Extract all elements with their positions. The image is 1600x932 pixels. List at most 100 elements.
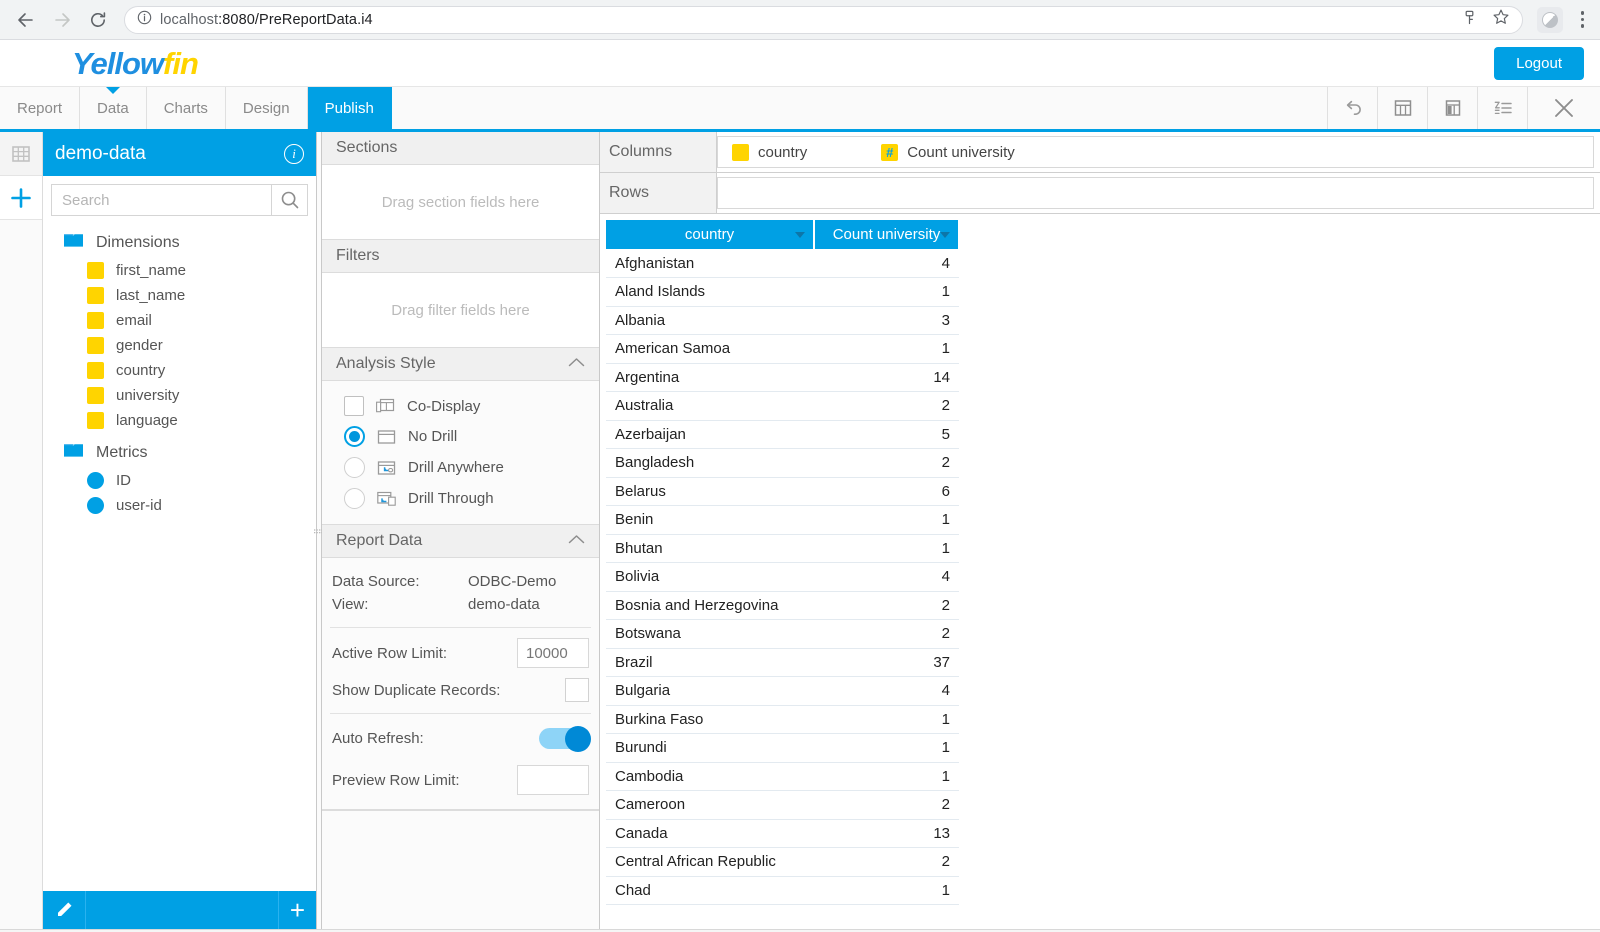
tab-data[interactable]: Data bbox=[80, 87, 147, 129]
option-drill-through[interactable]: Drill Through bbox=[322, 483, 599, 514]
table-row[interactable]: Benin 1 bbox=[606, 505, 959, 535]
table-highlight-column-icon[interactable] bbox=[1428, 87, 1478, 129]
radio[interactable] bbox=[344, 488, 365, 509]
chevron-up-icon[interactable] bbox=[568, 532, 585, 550]
field-university[interactable]: university bbox=[43, 383, 316, 408]
search-icon[interactable] bbox=[271, 184, 308, 216]
column-header-country[interactable]: country bbox=[606, 220, 815, 249]
yellowfin-logo: Yellowfin bbox=[72, 45, 199, 81]
logout-button[interactable]: Logout bbox=[1494, 46, 1584, 80]
view-row: View: demo-data bbox=[332, 593, 583, 616]
checkbox[interactable] bbox=[344, 396, 364, 416]
table-row[interactable]: Burkina Faso 1 bbox=[606, 705, 959, 734]
table-row[interactable]: Aland Islands 1 bbox=[606, 277, 959, 307]
filters-header: Filters bbox=[322, 240, 599, 273]
kebab-menu-icon[interactable] bbox=[1575, 11, 1591, 28]
address-bar[interactable]: localhost:8080/PreReportData.i4 bbox=[124, 5, 1523, 34]
active-row-limit-label: Active Row Limit: bbox=[332, 644, 448, 662]
column-header-count-university[interactable]: Count university bbox=[814, 220, 960, 249]
table-row[interactable]: Bulgaria 4 bbox=[606, 676, 959, 706]
field-last_name[interactable]: last_name bbox=[43, 283, 316, 308]
table-row[interactable]: Botswana 2 bbox=[606, 619, 959, 649]
tab-charts[interactable]: Charts bbox=[146, 87, 226, 129]
pencil-icon[interactable] bbox=[43, 891, 86, 929]
columns-dropzone[interactable]: country # Count university bbox=[717, 136, 1594, 168]
field-ID[interactable]: ID bbox=[43, 468, 316, 493]
table-row[interactable]: Burundi 1 bbox=[606, 733, 959, 763]
report-data-header[interactable]: Report Data bbox=[322, 525, 599, 558]
report-table: country Count university Afghanistan 4 Ala… bbox=[606, 220, 960, 905]
table-columns-icon[interactable] bbox=[1378, 87, 1428, 129]
table-row[interactable]: Bosnia and Herzegovina 2 bbox=[606, 591, 959, 620]
rows-dropzone[interactable] bbox=[717, 177, 1594, 209]
table-row[interactable]: Bolivia 4 bbox=[606, 562, 959, 592]
show-duplicate-checkbox[interactable] bbox=[565, 678, 589, 702]
tab-report[interactable]: Report bbox=[0, 87, 81, 129]
preview-row-limit-input[interactable] bbox=[517, 765, 589, 795]
sections-dropzone[interactable]: Drag section fields here bbox=[322, 165, 599, 240]
analysis-style-header[interactable]: Analysis Style bbox=[322, 348, 599, 381]
cell-country: Benin bbox=[606, 505, 814, 535]
forward-arrow-icon[interactable] bbox=[46, 4, 78, 36]
column-chip-country[interactable]: country bbox=[718, 143, 821, 161]
tabbar-spacer bbox=[392, 87, 1328, 129]
tab-design[interactable]: Design bbox=[225, 87, 308, 129]
option-no-drill[interactable]: No Drill bbox=[322, 421, 599, 452]
chevron-down-icon[interactable] bbox=[940, 231, 950, 238]
table-row[interactable]: Belarus 6 bbox=[606, 477, 959, 506]
info-icon[interactable]: i bbox=[284, 144, 304, 164]
table-row[interactable]: Azerbaijan 5 bbox=[606, 420, 959, 449]
undo-icon[interactable] bbox=[1328, 87, 1378, 129]
bookmark-star-icon[interactable] bbox=[1492, 8, 1510, 31]
table-row[interactable]: Cameroon 2 bbox=[606, 790, 959, 820]
table-row[interactable]: Argentina 14 bbox=[606, 363, 959, 392]
formula-list-icon[interactable] bbox=[1478, 87, 1528, 129]
back-arrow-icon[interactable] bbox=[10, 4, 42, 36]
cell-country: Chad bbox=[606, 876, 814, 905]
table-row[interactable]: Afghanistan 4 bbox=[606, 249, 959, 278]
cell-country: Bhutan bbox=[606, 534, 814, 563]
table-row[interactable]: Bangladesh 2 bbox=[606, 448, 959, 478]
table-row[interactable]: Brazil 37 bbox=[606, 648, 959, 677]
table-row[interactable]: Cambodia 1 bbox=[606, 762, 959, 791]
field-first_name[interactable]: first_name bbox=[43, 258, 316, 283]
field-user-id[interactable]: user-id bbox=[43, 493, 316, 518]
grid-view-icon[interactable] bbox=[0, 132, 42, 176]
field-group-dimensions[interactable]: Dimensions bbox=[43, 228, 316, 258]
table-row[interactable]: Canada 13 bbox=[606, 819, 959, 848]
field-language[interactable]: language bbox=[43, 408, 316, 433]
site-info-icon[interactable] bbox=[137, 10, 152, 30]
table-row[interactable]: Albania 3 bbox=[606, 306, 959, 335]
browser-toolbar: localhost:8080/PreReportData.i4 bbox=[0, 0, 1600, 40]
radio[interactable] bbox=[344, 426, 365, 447]
plus-icon[interactable]: + bbox=[278, 891, 316, 929]
field-email[interactable]: email bbox=[43, 308, 316, 333]
close-icon[interactable] bbox=[1528, 87, 1600, 129]
field-gender[interactable]: gender bbox=[43, 333, 316, 358]
option-co-display[interactable]: Co-Display bbox=[322, 391, 599, 421]
field-label: email bbox=[116, 312, 152, 329]
table-row[interactable]: American Samoa 1 bbox=[606, 334, 959, 364]
reload-icon[interactable] bbox=[82, 4, 114, 36]
table-row[interactable]: Australia 2 bbox=[606, 391, 959, 421]
profile-avatar-icon[interactable] bbox=[1536, 6, 1563, 33]
filters-dropzone[interactable]: Drag filter fields here bbox=[322, 273, 599, 348]
table-row[interactable]: Bhutan 1 bbox=[606, 534, 959, 563]
active-row-limit-input[interactable] bbox=[517, 638, 589, 668]
password-key-icon[interactable] bbox=[1461, 9, 1478, 31]
search-input[interactable] bbox=[51, 184, 271, 216]
radio[interactable] bbox=[344, 457, 365, 478]
auto-refresh-toggle[interactable] bbox=[539, 725, 591, 752]
filters-title: Filters bbox=[336, 247, 380, 264]
option-drill-anywhere[interactable]: Drill Anywhere bbox=[322, 452, 599, 483]
table-row[interactable]: Central African Republic 2 bbox=[606, 847, 959, 877]
field-country[interactable]: country bbox=[43, 358, 316, 383]
plus-icon[interactable] bbox=[0, 176, 42, 220]
chevron-down-icon[interactable] bbox=[795, 231, 805, 238]
field-group-metrics[interactable]: Metrics bbox=[43, 433, 316, 468]
field-label: gender bbox=[116, 337, 163, 354]
table-row[interactable]: Chad 1 bbox=[606, 876, 959, 905]
column-chip-count-university[interactable]: # Count university bbox=[821, 143, 1029, 161]
chevron-up-icon[interactable] bbox=[568, 355, 585, 373]
tab-publish[interactable]: Publish bbox=[307, 87, 392, 129]
